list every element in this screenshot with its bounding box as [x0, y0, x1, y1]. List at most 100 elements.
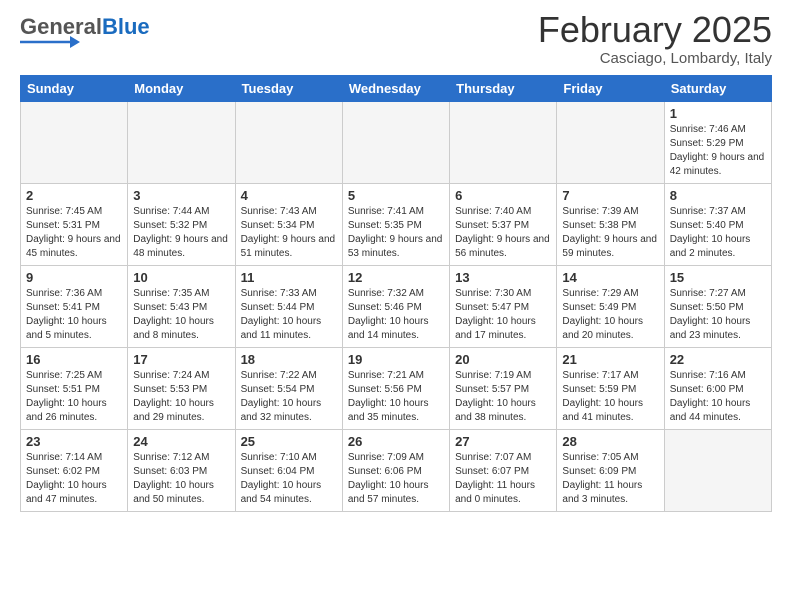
day-number: 10 — [133, 270, 229, 285]
calendar-cell: 25 Sunrise: 7:10 AM Sunset: 6:04 PM Dayli… — [235, 429, 342, 511]
day-info: Sunrise: 7:05 AM Sunset: 6:09 PM Dayligh… — [562, 452, 642, 505]
calendar-cell: 17 Sunrise: 7:24 AM Sunset: 5:53 PM Dayli… — [128, 347, 235, 429]
day-info: Sunrise: 7:25 AM Sunset: 5:51 PM Dayligh… — [26, 370, 107, 423]
header: GeneralBlue February 2025 Casciago, Lomb… — [20, 10, 772, 67]
day-info: Sunrise: 7:16 AM Sunset: 6:00 PM Dayligh… — [670, 370, 751, 423]
day-number: 27 — [455, 434, 551, 449]
day-number: 18 — [241, 352, 337, 367]
day-info: Sunrise: 7:37 AM Sunset: 5:40 PM Dayligh… — [670, 206, 751, 259]
logo: GeneralBlue — [20, 16, 150, 48]
day-info: Sunrise: 7:17 AM Sunset: 5:59 PM Dayligh… — [562, 370, 643, 423]
calendar-cell: 5 Sunrise: 7:41 AM Sunset: 5:35 PM Daylig… — [342, 183, 449, 265]
page: GeneralBlue February 2025 Casciago, Lomb… — [0, 0, 792, 522]
calendar-cell: 12 Sunrise: 7:32 AM Sunset: 5:46 PM Dayli… — [342, 265, 449, 347]
calendar-cell: 15 Sunrise: 7:27 AM Sunset: 5:50 PM Dayli… — [664, 265, 771, 347]
weekday-header-monday: Monday — [128, 75, 235, 101]
day-info: Sunrise: 7:29 AM Sunset: 5:49 PM Dayligh… — [562, 288, 643, 341]
calendar-cell — [664, 429, 771, 511]
day-number: 4 — [241, 188, 337, 203]
day-info: Sunrise: 7:14 AM Sunset: 6:02 PM Dayligh… — [26, 452, 107, 505]
weekday-header-saturday: Saturday — [664, 75, 771, 101]
calendar-cell — [450, 101, 557, 183]
calendar-cell: 8 Sunrise: 7:37 AM Sunset: 5:40 PM Daylig… — [664, 183, 771, 265]
day-info: Sunrise: 7:40 AM Sunset: 5:37 PM Dayligh… — [455, 206, 550, 259]
day-number: 7 — [562, 188, 658, 203]
calendar-cell: 10 Sunrise: 7:35 AM Sunset: 5:43 PM Dayli… — [128, 265, 235, 347]
day-info: Sunrise: 7:35 AM Sunset: 5:43 PM Dayligh… — [133, 288, 214, 341]
day-info: Sunrise: 7:45 AM Sunset: 5:31 PM Dayligh… — [26, 206, 121, 259]
week-row-2: 2 Sunrise: 7:45 AM Sunset: 5:31 PM Daylig… — [21, 183, 772, 265]
day-number: 6 — [455, 188, 551, 203]
weekday-header-friday: Friday — [557, 75, 664, 101]
day-number: 5 — [348, 188, 444, 203]
week-row-5: 23 Sunrise: 7:14 AM Sunset: 6:02 PM Dayli… — [21, 429, 772, 511]
day-info: Sunrise: 7:07 AM Sunset: 6:07 PM Dayligh… — [455, 452, 535, 505]
calendar-cell: 28 Sunrise: 7:05 AM Sunset: 6:09 PM Dayli… — [557, 429, 664, 511]
calendar-cell: 7 Sunrise: 7:39 AM Sunset: 5:38 PM Daylig… — [557, 183, 664, 265]
weekday-header-tuesday: Tuesday — [235, 75, 342, 101]
day-number: 9 — [26, 270, 122, 285]
weekday-header-thursday: Thursday — [450, 75, 557, 101]
day-number: 1 — [670, 106, 766, 121]
day-info: Sunrise: 7:19 AM Sunset: 5:57 PM Dayligh… — [455, 370, 536, 423]
weekday-header-sunday: Sunday — [21, 75, 128, 101]
day-number: 8 — [670, 188, 766, 203]
day-number: 20 — [455, 352, 551, 367]
calendar: SundayMondayTuesdayWednesdayThursdayFrid… — [20, 75, 772, 512]
day-info: Sunrise: 7:30 AM Sunset: 5:47 PM Dayligh… — [455, 288, 536, 341]
location: Casciago, Lombardy, Italy — [538, 50, 772, 67]
day-info: Sunrise: 7:12 AM Sunset: 6:03 PM Dayligh… — [133, 452, 214, 505]
day-info: Sunrise: 7:36 AM Sunset: 5:41 PM Dayligh… — [26, 288, 107, 341]
day-number: 19 — [348, 352, 444, 367]
calendar-cell — [342, 101, 449, 183]
day-info: Sunrise: 7:46 AM Sunset: 5:29 PM Dayligh… — [670, 124, 765, 177]
day-info: Sunrise: 7:27 AM Sunset: 5:50 PM Dayligh… — [670, 288, 751, 341]
calendar-cell: 3 Sunrise: 7:44 AM Sunset: 5:32 PM Daylig… — [128, 183, 235, 265]
week-row-1: 1 Sunrise: 7:46 AM Sunset: 5:29 PM Daylig… — [21, 101, 772, 183]
calendar-cell: 18Sunrise: 7:22 AM Sunset: 5:54 PM Dayli… — [235, 347, 342, 429]
day-number: 13 — [455, 270, 551, 285]
day-info: Sunrise: 7:21 AM Sunset: 5:56 PM Dayligh… — [348, 370, 429, 423]
day-info: Sunrise: 7:10 AM Sunset: 6:04 PM Dayligh… — [241, 452, 322, 505]
day-number: 12 — [348, 270, 444, 285]
day-number: 11 — [241, 270, 337, 285]
day-number: 14 — [562, 270, 658, 285]
day-number: 16 — [26, 352, 122, 367]
calendar-cell: 2 Sunrise: 7:45 AM Sunset: 5:31 PM Daylig… — [21, 183, 128, 265]
day-number: 25 — [241, 434, 337, 449]
day-info: Sunrise: 7:39 AM Sunset: 5:38 PM Dayligh… — [562, 206, 657, 259]
day-info: Sunrise: 7:44 AM Sunset: 5:32 PM Dayligh… — [133, 206, 228, 259]
day-info: Sunrise: 7:41 AM Sunset: 5:35 PM Dayligh… — [348, 206, 443, 259]
day-number: 2 — [26, 188, 122, 203]
weekday-header-row: SundayMondayTuesdayWednesdayThursdayFrid… — [21, 75, 772, 101]
day-number: 28 — [562, 434, 658, 449]
day-info: Sunrise: 7:09 AM Sunset: 6:06 PM Dayligh… — [348, 452, 429, 505]
day-number: 22 — [670, 352, 766, 367]
calendar-cell: 20 Sunrise: 7:19 AM Sunset: 5:57 PM Dayli… — [450, 347, 557, 429]
calendar-cell — [21, 101, 128, 183]
month-title: February 2025 — [538, 10, 772, 50]
calendar-cell: 13 Sunrise: 7:30 AM Sunset: 5:47 PM Dayli… — [450, 265, 557, 347]
calendar-cell: 14 Sunrise: 7:29 AM Sunset: 5:49 PM Dayli… — [557, 265, 664, 347]
calendar-cell — [557, 101, 664, 183]
day-number: 23 — [26, 434, 122, 449]
day-number: 17 — [133, 352, 229, 367]
day-info: Sunrise: 7:24 AM Sunset: 5:53 PM Dayligh… — [133, 370, 214, 423]
calendar-cell — [235, 101, 342, 183]
calendar-cell: 26 Sunrise: 7:09 AM Sunset: 6:06 PM Dayli… — [342, 429, 449, 511]
day-info: Sunrise: 7:33 AM Sunset: 5:44 PM Dayligh… — [241, 288, 322, 341]
calendar-cell: 11 Sunrise: 7:33 AM Sunset: 5:44 PM Dayli… — [235, 265, 342, 347]
calendar-cell: 19 Sunrise: 7:21 AM Sunset: 5:56 PM Dayli… — [342, 347, 449, 429]
calendar-cell: 1 Sunrise: 7:46 AM Sunset: 5:29 PM Daylig… — [664, 101, 771, 183]
title-block: February 2025 Casciago, Lombardy, Italy — [538, 10, 772, 67]
calendar-cell: 23 Sunrise: 7:14 AM Sunset: 6:02 PM Dayli… — [21, 429, 128, 511]
calendar-cell: 9 Sunrise: 7:36 AM Sunset: 5:41 PM Daylig… — [21, 265, 128, 347]
day-info: Sunrise: 7:32 AM Sunset: 5:46 PM Dayligh… — [348, 288, 429, 341]
day-number: 26 — [348, 434, 444, 449]
day-number: 3 — [133, 188, 229, 203]
day-info: Sunrise: 7:43 AM Sunset: 5:34 PM Dayligh… — [241, 206, 336, 259]
calendar-cell — [128, 101, 235, 183]
weekday-header-wednesday: Wednesday — [342, 75, 449, 101]
day-number: 15 — [670, 270, 766, 285]
calendar-cell: 22 Sunrise: 7:16 AM Sunset: 6:00 PM Dayli… — [664, 347, 771, 429]
